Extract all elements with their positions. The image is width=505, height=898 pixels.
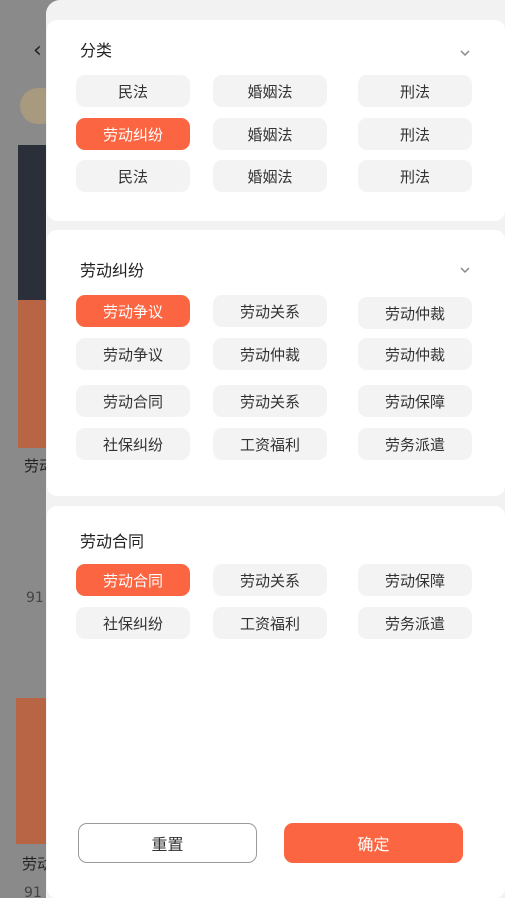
chip-subcategory[interactable]: 劳动仲裁 bbox=[213, 338, 327, 370]
chip-subcategory[interactable]: 工资福利 bbox=[213, 428, 327, 460]
labor-dispute-section: 劳动纠纷 劳动争议 劳动关系 劳动仲裁 劳动争议 劳动仲裁 劳动仲裁 劳动合同 … bbox=[47, 230, 505, 496]
chip-category-selected[interactable]: 劳动纠纷 bbox=[76, 118, 190, 150]
chip-subcategory[interactable]: 劳动合同 bbox=[76, 385, 190, 417]
category-section: 分类 民法 婚姻法 刑法 劳动纠纷 婚姻法 刑法 民法 婚姻法 刑法 bbox=[47, 20, 505, 221]
chip-category[interactable]: 刑法 bbox=[358, 160, 472, 192]
background-card-count: 91 bbox=[26, 590, 44, 606]
chevron-down-icon[interactable] bbox=[458, 263, 472, 277]
chip-topic[interactable]: 劳务派遣 bbox=[358, 607, 472, 639]
back-icon[interactable]: ‹ bbox=[33, 40, 47, 62]
chip-category[interactable]: 刑法 bbox=[358, 75, 472, 107]
chip-topic[interactable]: 劳动保障 bbox=[358, 564, 472, 596]
chip-topic-selected[interactable]: 劳动合同 bbox=[76, 564, 190, 596]
chip-category[interactable]: 民法 bbox=[76, 160, 190, 192]
chip-subcategory[interactable]: 劳动关系 bbox=[213, 385, 327, 417]
chip-topic[interactable]: 工资福利 bbox=[213, 607, 327, 639]
chip-topic[interactable]: 劳动关系 bbox=[213, 564, 327, 596]
chip-topic[interactable]: 社保纠纷 bbox=[76, 607, 190, 639]
chip-subcategory[interactable]: 劳务派遣 bbox=[358, 428, 472, 460]
chip-subcategory[interactable]: 劳动仲裁 bbox=[358, 297, 472, 329]
chip-category[interactable]: 婚姻法 bbox=[213, 118, 327, 150]
chip-subcategory[interactable]: 劳动争议 bbox=[76, 338, 190, 370]
chip-subcategory[interactable]: 劳动保障 bbox=[358, 385, 472, 417]
section-title: 分类 bbox=[80, 41, 113, 60]
chip-category[interactable]: 民法 bbox=[76, 75, 190, 107]
reset-button[interactable]: 重置 bbox=[78, 823, 257, 863]
chevron-down-icon[interactable] bbox=[458, 46, 472, 60]
chip-category[interactable]: 刑法 bbox=[358, 118, 472, 150]
section-title: 劳动合同 bbox=[80, 532, 145, 551]
chip-subcategory[interactable]: 劳动关系 bbox=[213, 295, 327, 327]
filter-drawer: 分类 民法 婚姻法 刑法 劳动纠纷 婚姻法 刑法 民法 婚姻法 刑法 劳动纠纷 … bbox=[46, 0, 505, 898]
chip-subcategory[interactable]: 劳动仲裁 bbox=[358, 338, 472, 370]
confirm-button[interactable]: 确定 bbox=[284, 823, 463, 863]
chip-subcategory-selected[interactable]: 劳动争议 bbox=[76, 295, 190, 327]
chip-category[interactable]: 婚姻法 bbox=[213, 160, 327, 192]
chip-subcategory[interactable]: 社保纠纷 bbox=[76, 428, 190, 460]
chip-category[interactable]: 婚姻法 bbox=[213, 75, 327, 107]
background-card-count: 91 bbox=[24, 885, 42, 898]
section-title: 劳动纠纷 bbox=[80, 261, 145, 280]
